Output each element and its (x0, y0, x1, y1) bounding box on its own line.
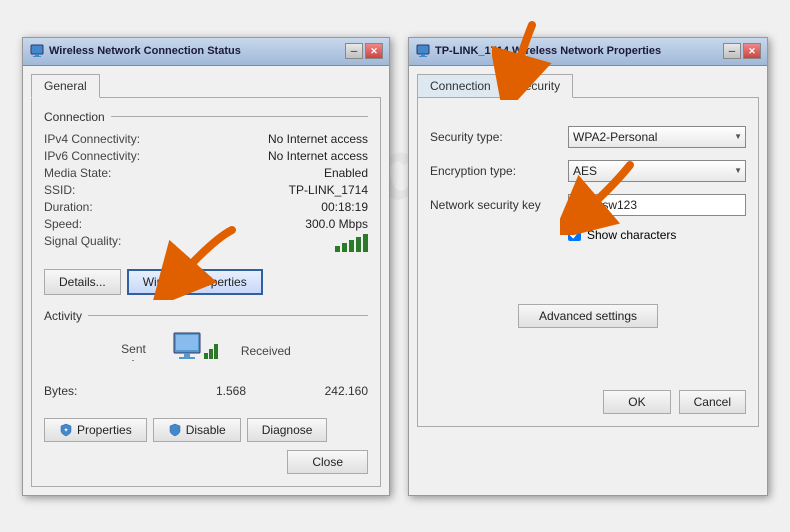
disable-button[interactable]: Disable (153, 418, 241, 442)
left-title-left: Wireless Network Connection Status (29, 43, 241, 59)
network-computer-icon (166, 331, 221, 376)
network-icon-small-right (415, 43, 431, 59)
bar1 (335, 246, 340, 252)
activity-content: Sent (44, 331, 368, 376)
shield-properties-icon: ✦ (59, 423, 73, 437)
network-icon-small (29, 43, 45, 59)
connection-info-grid: IPv4 Connectivity: No Internet access IP… (44, 132, 368, 255)
wireless-buttons-row: Details... Wireless Properties (44, 269, 368, 295)
minimize-button[interactable]: ─ (345, 43, 363, 59)
bottom-spacer (430, 328, 746, 378)
network-key-row: Network security key (430, 194, 746, 216)
connection-section-label: Connection (44, 110, 368, 124)
bytes-row: Bytes: 1.568 242.160 (44, 384, 368, 398)
ipv4-value: No Internet access (180, 132, 368, 146)
shield-disable-icon (168, 423, 182, 437)
bar4 (356, 237, 361, 252)
properties-button[interactable]: ✦ Properties (44, 418, 147, 442)
sent-label: Sent (121, 342, 146, 356)
tab-security[interactable]: Security (504, 74, 573, 98)
bar3 (349, 240, 354, 252)
security-type-select-wrapper: WPA2-Personal (568, 126, 746, 148)
received-area: Received (241, 344, 291, 362)
speed-value: 300.0 Mbps (180, 217, 368, 231)
advanced-btn-row: Advanced settings (430, 304, 746, 328)
computer-svg (166, 331, 221, 376)
close-button[interactable]: Close (287, 450, 368, 474)
dialogs-wrapper: Wireless Network Connection Status ─ ✕ G… (22, 37, 768, 496)
left-dialog-content: General Connection IPv4 Connectivity: No… (23, 66, 389, 495)
bottom-buttons-row: ✦ Properties Disable Diagnose (44, 418, 368, 442)
left-tab-content: Connection IPv4 Connectivity: No Interne… (31, 97, 381, 487)
encryption-type-select-wrapper: AES (568, 160, 746, 182)
media-value: Enabled (180, 166, 368, 180)
details-button[interactable]: Details... (44, 269, 121, 295)
ok-cancel-row: OK Cancel (430, 390, 746, 414)
properties-label: Properties (77, 423, 132, 437)
mid-spacer (430, 254, 746, 284)
network-key-input[interactable] (568, 194, 746, 216)
signal-value (180, 234, 368, 255)
ipv4-label: IPv4 Connectivity: (44, 132, 174, 146)
encryption-type-label: Encryption type: (430, 164, 560, 178)
left-title-bar: Wireless Network Connection Status ─ ✕ (23, 38, 389, 66)
spacer (44, 398, 368, 410)
show-characters-row: Show characters (568, 228, 746, 242)
signal-bars (335, 234, 368, 252)
speed-label: Speed: (44, 217, 174, 231)
diagnose-button[interactable]: Diagnose (247, 418, 328, 442)
left-dialog: Wireless Network Connection Status ─ ✕ G… (22, 37, 390, 496)
received-label: Received (241, 344, 291, 358)
media-label: Media State: (44, 166, 174, 180)
right-minimize-button[interactable]: ─ (723, 43, 741, 59)
left-tab-bar: General (31, 74, 381, 98)
ipv6-value: No Internet access (180, 149, 368, 163)
right-title-controls: ─ ✕ (723, 43, 761, 59)
left-title-controls: ─ ✕ (345, 43, 383, 59)
bytes-label: Bytes: (44, 384, 124, 398)
security-type-select[interactable]: WPA2-Personal (568, 126, 746, 148)
advanced-settings-button[interactable]: Advanced settings (518, 304, 658, 328)
network-key-label: Network security key (430, 198, 560, 212)
sent-divider (132, 360, 134, 361)
right-close-title-button[interactable]: ✕ (743, 43, 761, 59)
ok-button[interactable]: OK (603, 390, 670, 414)
received-bytes: 242.160 (250, 384, 368, 398)
bar2 (342, 243, 347, 252)
right-tab-bar: Connection Security (417, 74, 759, 98)
duration-value: 00:18:19 (180, 200, 368, 214)
sent-area: Sent (121, 342, 146, 365)
show-characters-checkbox[interactable] (568, 228, 581, 241)
activity-section-label: Activity (44, 309, 368, 323)
left-dialog-title: Wireless Network Connection Status (49, 45, 241, 57)
bar5 (363, 234, 368, 252)
security-type-row: Security type: WPA2-Personal (430, 126, 746, 148)
ipv6-label: IPv6 Connectivity: (44, 149, 174, 163)
sent-bytes: 1.568 (128, 384, 246, 398)
svg-text:✦: ✦ (63, 427, 68, 434)
ssid-label: SSID: (44, 183, 174, 197)
close-title-button[interactable]: ✕ (365, 43, 383, 59)
duration-label: Duration: (44, 200, 174, 214)
signal-label: Signal Quality: (44, 234, 174, 255)
tab-general[interactable]: General (31, 74, 100, 98)
tab-connection[interactable]: Connection (417, 74, 504, 98)
right-dialog: TP-LINK_1714 Wireless Network Properties… (408, 37, 768, 496)
show-characters-label: Show characters (587, 228, 676, 242)
security-type-label: Security type: (430, 130, 560, 144)
ssid-value: TP-LINK_1714 (180, 183, 368, 197)
close-button-row: Close (44, 450, 368, 474)
encryption-type-row: Encryption type: AES (430, 160, 746, 182)
right-dialog-title: TP-LINK_1714 Wireless Network Properties (435, 45, 661, 57)
cancel-button[interactable]: Cancel (679, 390, 746, 414)
right-dialog-content: Connection Security Security type: WPA2-… (409, 66, 767, 435)
right-title-left: TP-LINK_1714 Wireless Network Properties (415, 43, 661, 59)
top-spacer (430, 110, 746, 126)
right-tab-content: Security type: WPA2-Personal Encryption … (417, 97, 759, 427)
right-title-bar: TP-LINK_1714 Wireless Network Properties… (409, 38, 767, 66)
encryption-type-select[interactable]: AES (568, 160, 746, 182)
wireless-properties-button[interactable]: Wireless Properties (127, 269, 263, 295)
disable-label: Disable (186, 423, 226, 437)
